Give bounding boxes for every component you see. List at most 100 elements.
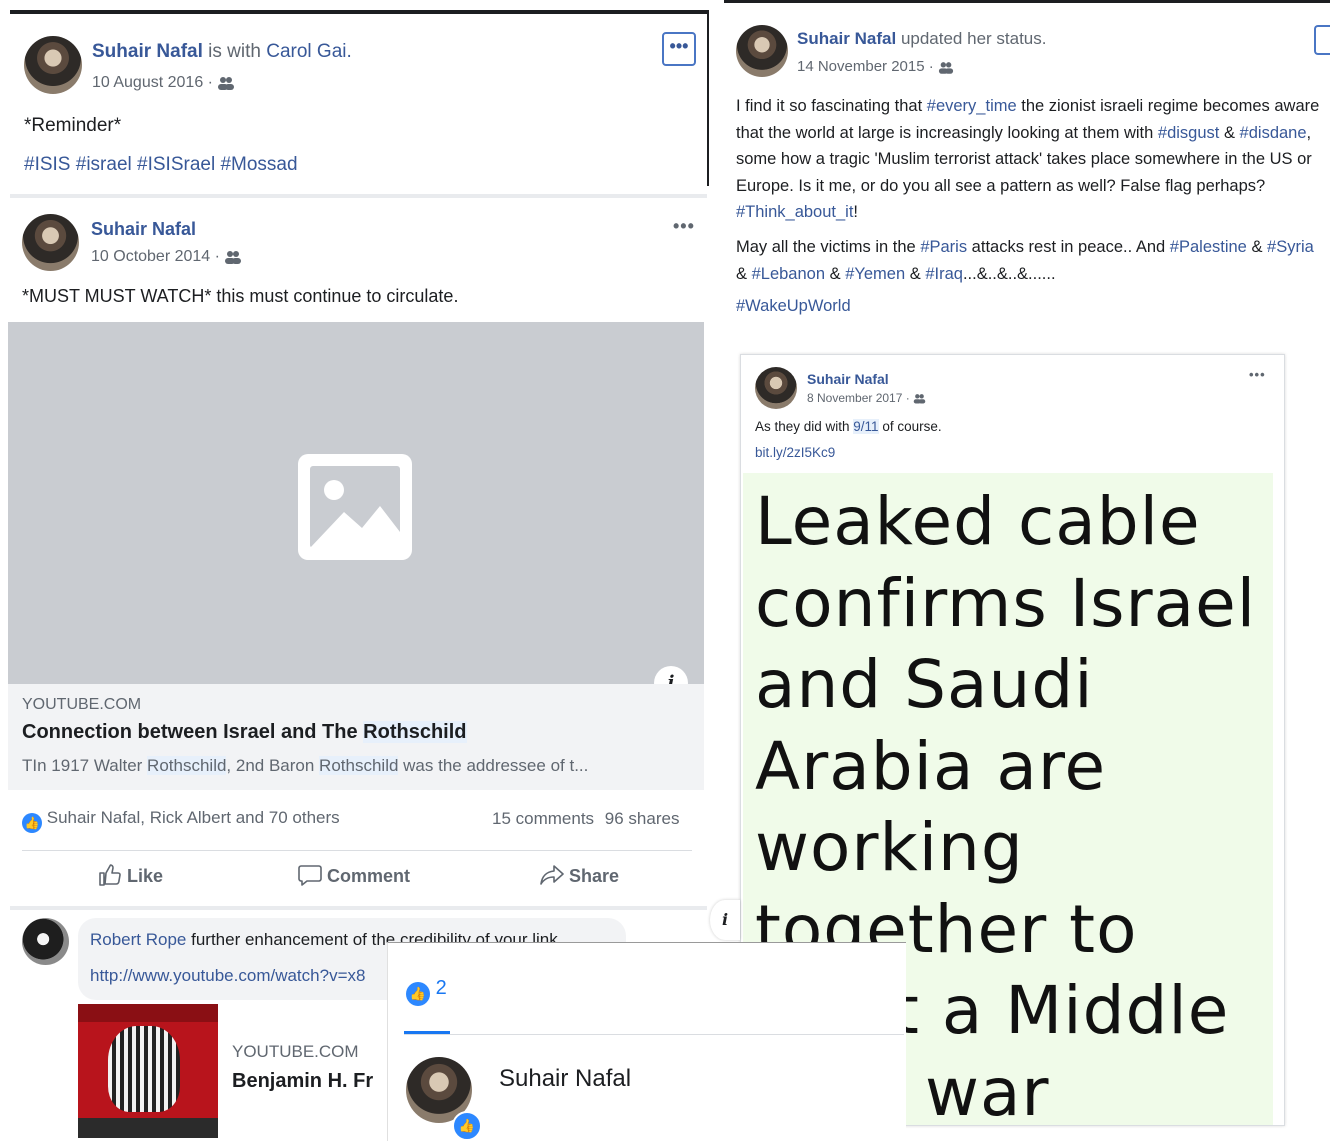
avatar[interactable] xyxy=(736,25,788,77)
post-date-row: 14 November 2015 · xyxy=(797,58,954,75)
post-date[interactable]: 14 November 2015 · xyxy=(797,58,934,75)
hashtag[interactable]: #disgust xyxy=(1158,124,1219,142)
link-title-text: Connection between Israel and The xyxy=(22,721,364,743)
status-paragraph-2: May all the victims in the #Paris attack… xyxy=(736,234,1326,287)
more-options-button[interactable]: ••• xyxy=(662,32,696,66)
comment-bubble-icon xyxy=(298,865,322,886)
post-body: *Reminder* xyxy=(24,115,122,136)
avatar[interactable] xyxy=(24,36,82,94)
reactors-text[interactable]: Suhair Nafal, Rick Albert and 70 others xyxy=(47,808,340,827)
commenter-avatar[interactable] xyxy=(22,918,69,965)
desc-text: was the addressee of t... xyxy=(398,756,589,775)
image-placeholder-icon xyxy=(298,454,412,560)
post-date[interactable]: 8 November 2017 · xyxy=(807,391,910,405)
friends-audience-icon xyxy=(218,76,235,90)
reactions-summary[interactable]: 👍 Suhair Nafal, Rick Albert and 70 other… xyxy=(22,808,340,833)
post-date-row: 8 November 2017 · xyxy=(807,391,926,405)
reactor-like-badge-icon: 👍 xyxy=(452,1111,482,1141)
hashtag[interactable]: #disdane xyxy=(1240,124,1307,142)
comment-label: Comment xyxy=(327,866,411,886)
like-button[interactable]: Like xyxy=(98,864,163,887)
post-text: of course. xyxy=(878,419,942,434)
reactor-name[interactable]: Suhair Nafal xyxy=(499,1065,631,1093)
share-button[interactable]: Share xyxy=(540,864,619,887)
link-title-highlight: Rothschild xyxy=(363,721,467,743)
post-text: As they did with xyxy=(755,419,854,434)
divider xyxy=(404,1034,904,1035)
link-preview-image[interactable]: i xyxy=(8,322,704,700)
author-name[interactable]: Suhair Nafal xyxy=(807,371,889,387)
avatar[interactable] xyxy=(755,367,797,409)
tagged-person[interactable]: Carol Gai. xyxy=(266,41,352,62)
link-description: TIn 1917 Walter Rothschild, 2nd Baron Ro… xyxy=(22,756,588,776)
hashtag[interactable]: #Think_about_it xyxy=(736,203,853,221)
author-name[interactable]: Suhair Nafal xyxy=(92,41,203,62)
reaction-count: 2 xyxy=(435,977,447,999)
hashtag[interactable]: #Lebanon xyxy=(752,265,825,283)
comment-button[interactable]: Comment xyxy=(298,864,410,887)
post-date-row: 10 August 2016 · xyxy=(92,74,235,92)
post-date[interactable]: 10 October 2014 · xyxy=(91,248,220,265)
comment-link-title[interactable]: Benjamin H. Fr xyxy=(232,1070,373,1093)
author-name[interactable]: Suhair Nafal xyxy=(91,219,196,240)
post-card-1: Suhair Nafal is with Carol Gai. 10 Augus… xyxy=(10,10,709,186)
post-body: *MUST MUST WATCH* this must continue to … xyxy=(22,286,459,306)
status-text: ! xyxy=(853,203,859,221)
avatar[interactable] xyxy=(22,214,79,271)
link-title: Connection between Israel and The Rothsc… xyxy=(22,721,467,744)
post-date-row: 10 October 2014 · xyxy=(91,248,242,266)
share-label: Share xyxy=(569,866,620,886)
more-options-icon[interactable]: ••• xyxy=(1249,367,1266,382)
hashtag[interactable]: #ISIS xyxy=(24,154,70,175)
desc-text: TIn 1917 Walter xyxy=(22,756,148,775)
friends-audience-icon xyxy=(938,61,954,74)
reaction-tab-like[interactable]: 👍 2 xyxy=(406,977,447,1006)
status-text: May all the victims in the xyxy=(736,238,921,256)
comments-count[interactable]: 15 comments xyxy=(492,809,594,828)
hashtag[interactable]: #Yemen xyxy=(845,265,905,283)
post-card-3: Suhair Nafal updated her status. 14 Nove… xyxy=(724,0,1330,338)
link-source: YOUTUBE.COM xyxy=(22,696,142,713)
status-paragraph-1: I find it so fascinating that #every_tim… xyxy=(736,93,1326,226)
post-card-2: Suhair Nafal 10 October 2014 · ••• *MUST… xyxy=(8,200,708,910)
hashtag[interactable]: #ISISrael xyxy=(137,154,215,175)
friends-audience-icon xyxy=(225,250,242,264)
comment-url[interactable]: http://www.youtube.com/watch?v=x8 xyxy=(90,966,365,986)
info-icon[interactable]: i xyxy=(710,900,740,940)
inline-link[interactable]: 9/11 xyxy=(853,419,879,434)
hashtag[interactable]: #every_time xyxy=(927,97,1017,115)
status-text: & xyxy=(905,264,926,283)
short-url[interactable]: bit.ly/2zI5Kc9 xyxy=(755,445,835,460)
hashtag[interactable]: #Palestine xyxy=(1170,238,1247,256)
with-text: is with xyxy=(208,41,261,62)
more-options-button[interactable] xyxy=(1314,25,1330,55)
status-text: & xyxy=(1219,123,1240,142)
comment-link-thumbnail[interactable] xyxy=(78,1004,218,1138)
status-text: & xyxy=(736,264,752,283)
hashtag[interactable]: #Syria xyxy=(1267,238,1314,256)
shares-count[interactable]: 96 shares xyxy=(605,809,680,828)
hashtag[interactable]: #Iraq xyxy=(925,265,963,283)
link-preview-caption[interactable]: YOUTUBE.COM Connection between Israel an… xyxy=(8,684,704,790)
post-body: As they did with 9/11 of course. xyxy=(755,419,942,434)
author-name[interactable]: Suhair Nafal xyxy=(797,29,896,48)
divider xyxy=(10,194,707,198)
share-arrow-icon xyxy=(540,865,564,885)
desc-text: , 2nd Baron xyxy=(226,756,320,775)
comment-link-source: YOUTUBE.COM xyxy=(232,1042,359,1061)
headline-line: working xyxy=(755,809,1024,886)
post-date[interactable]: 10 August 2016 · xyxy=(92,74,213,91)
like-reaction-icon: 👍 xyxy=(22,813,42,833)
hashtag[interactable]: #Mossad xyxy=(220,154,297,175)
desc-highlight: Rothschild xyxy=(147,756,227,775)
status-text: & xyxy=(825,264,846,283)
more-options-icon[interactable]: ••• xyxy=(673,216,695,237)
status-text: ...&..&..&...... xyxy=(962,264,1056,283)
commenter-name[interactable]: Robert Rope xyxy=(90,930,186,949)
hashtag[interactable]: #WakeUpWorld xyxy=(736,297,851,316)
hashtag[interactable]: #Paris xyxy=(920,238,967,256)
status-text: & xyxy=(1246,238,1268,256)
thumbnail-banner xyxy=(78,1004,218,1022)
hashtag[interactable]: #israel xyxy=(76,154,132,175)
post-header: Suhair Nafal is with Carol Gai. xyxy=(92,41,352,63)
